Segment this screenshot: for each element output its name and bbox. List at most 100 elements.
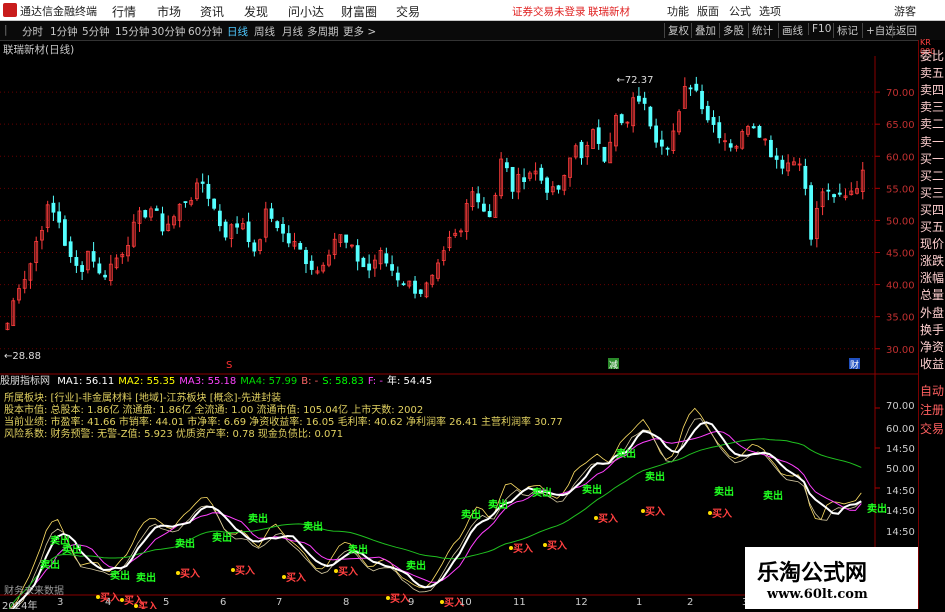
menu-item[interactable]: 资讯 (200, 3, 224, 20)
right-menu-item[interactable]: 功能 (667, 3, 689, 19)
menu-item[interactable]: 问小达 (288, 3, 324, 20)
buy-signal: 买入 (513, 543, 533, 555)
side-label[interactable]: 交易 (920, 421, 944, 438)
side-label[interactable]: 收益 (920, 356, 944, 373)
period-tab[interactable]: 更多 > (343, 24, 376, 39)
menu-item[interactable]: 发现 (244, 3, 268, 20)
candle-body (269, 208, 274, 219)
period-tab[interactable]: 多周期 (307, 24, 339, 39)
candle-body (717, 122, 722, 139)
low-marker: ←28.88 (4, 351, 41, 362)
candle-body (418, 289, 423, 294)
ma-value: MA1: 56.11 (57, 376, 115, 387)
toolbar-button[interactable]: F10 (808, 23, 831, 35)
side-label[interactable]: 买二 (920, 168, 944, 185)
side-label[interactable]: 注册 (920, 402, 944, 419)
menu-item[interactable]: 交易 (396, 3, 420, 20)
period-tab[interactable]: 1分钟 (50, 24, 78, 39)
indicator-tick: 14:50 (886, 506, 915, 517)
candle-body (97, 263, 102, 274)
candle-body (223, 221, 228, 238)
login-notice[interactable]: 证券交易未登录 (512, 4, 586, 19)
event-flag-reduce-label: 减 (609, 359, 618, 371)
toolbar-button[interactable]: 返回 (892, 23, 917, 38)
date-axis: 2024年3456789101112123 (0, 597, 875, 612)
main-chart[interactable]: 卖出卖出卖出卖出 卖出卖出卖出卖出卖出卖出卖出卖出卖出卖出 卖出卖出卖出卖出 卖出卖出… (0, 56, 918, 609)
side-label[interactable]: 现价 (920, 236, 944, 253)
toolbar-button[interactable]: 叠加 (691, 23, 716, 38)
right-menu-item[interactable]: 版面 (697, 3, 719, 19)
side-label[interactable]: 买三 (920, 185, 944, 202)
event-flag-finance-label: 财 (850, 359, 859, 371)
buy-signal: 买入 (712, 508, 732, 520)
side-label[interactable]: 买五 (920, 219, 944, 236)
period-tab[interactable]: 5分钟 (82, 24, 110, 39)
high-marker: ←72.37 (616, 75, 653, 86)
buy-signal: 买入 (235, 565, 255, 577)
side-label[interactable]: 涨幅 (920, 270, 944, 287)
date-tick: 9 (408, 597, 415, 608)
candle-body (367, 263, 372, 271)
menu-item[interactable]: 市场 (157, 3, 181, 20)
right-menu-item[interactable]: 公式 (729, 3, 751, 19)
candle-body (281, 223, 285, 234)
sell-signal: 卖出 (62, 543, 82, 556)
side-label[interactable]: 换手 (920, 322, 944, 339)
side-label[interactable]: 委比 (920, 48, 944, 65)
ma-value: MA2: 55.35 (118, 376, 176, 387)
period-tab[interactable]: 60分钟 (188, 24, 222, 39)
candle-body (637, 95, 641, 102)
right-menu-item[interactable]: 游客 (894, 3, 916, 19)
side-label[interactable]: 卖三 (920, 99, 944, 116)
buy-signal: 买入 (286, 572, 306, 584)
period-tab[interactable]: 月线 (282, 24, 303, 39)
toolbar-button[interactable]: 统计 (748, 23, 773, 38)
candle-body (413, 280, 417, 294)
indicator-name[interactable]: 股朋指标网 (0, 376, 50, 387)
candlestick-series (5, 76, 865, 331)
candle-body (659, 139, 664, 147)
period-tab[interactable]: 15分钟 (115, 24, 149, 39)
sell-signal: 卖出 (645, 470, 665, 483)
toolbar-button[interactable]: 画线 (778, 23, 803, 38)
candle-body (700, 90, 704, 110)
toolbar-button[interactable]: +自选 (862, 23, 896, 38)
date-tick: 8 (343, 597, 350, 608)
period-tab[interactable]: 30分钟 (151, 24, 185, 39)
toolbar-button[interactable]: 标记 (833, 23, 858, 38)
menu-item[interactable]: 行情 (112, 3, 136, 20)
indicator-tick: 70.00 (886, 401, 915, 412)
candle-body (648, 106, 653, 127)
candle-body (619, 114, 624, 124)
toolbar-button[interactable]: 多股 (719, 23, 744, 38)
period-tab[interactable]: 周线 (254, 24, 275, 39)
side-label[interactable]: 卖四 (920, 82, 944, 99)
candle-body (482, 203, 486, 212)
watermark-url: www.60lt.com (767, 587, 868, 602)
candle-body (361, 257, 366, 268)
period-tab[interactable]: 分时 (22, 24, 43, 39)
sell-signal: 卖出 (40, 558, 60, 571)
side-label[interactable]: 卖五 (920, 65, 944, 82)
side-label[interactable]: 卖一 (920, 134, 944, 151)
sell-signal: 卖出 (248, 512, 268, 525)
right-menu-item[interactable]: 选项 (759, 3, 781, 19)
toolbar-button[interactable]: 复权 (664, 23, 689, 38)
side-label[interactable]: 买四 (920, 202, 944, 219)
stock-name-link[interactable]: 联瑞新材 (588, 4, 630, 19)
side-label[interactable]: 卖二 (920, 116, 944, 133)
menu-item[interactable]: 财富圈 (341, 3, 377, 20)
date-tick: 5 (163, 597, 170, 608)
side-label[interactable]: 自动 (920, 383, 944, 400)
candle-body (304, 249, 308, 265)
candle-body (688, 87, 693, 90)
candle-body (103, 274, 107, 278)
candle-body (217, 210, 222, 227)
side-label[interactable]: 买一 (920, 151, 944, 168)
side-label[interactable]: 涨跌 (920, 253, 944, 270)
side-label[interactable]: 总量 (920, 287, 944, 304)
side-label[interactable]: 外盘 (920, 305, 944, 322)
period-tab[interactable]: 日线 (227, 24, 248, 39)
side-label[interactable]: 净资 (920, 339, 944, 356)
candle-body (286, 233, 291, 244)
